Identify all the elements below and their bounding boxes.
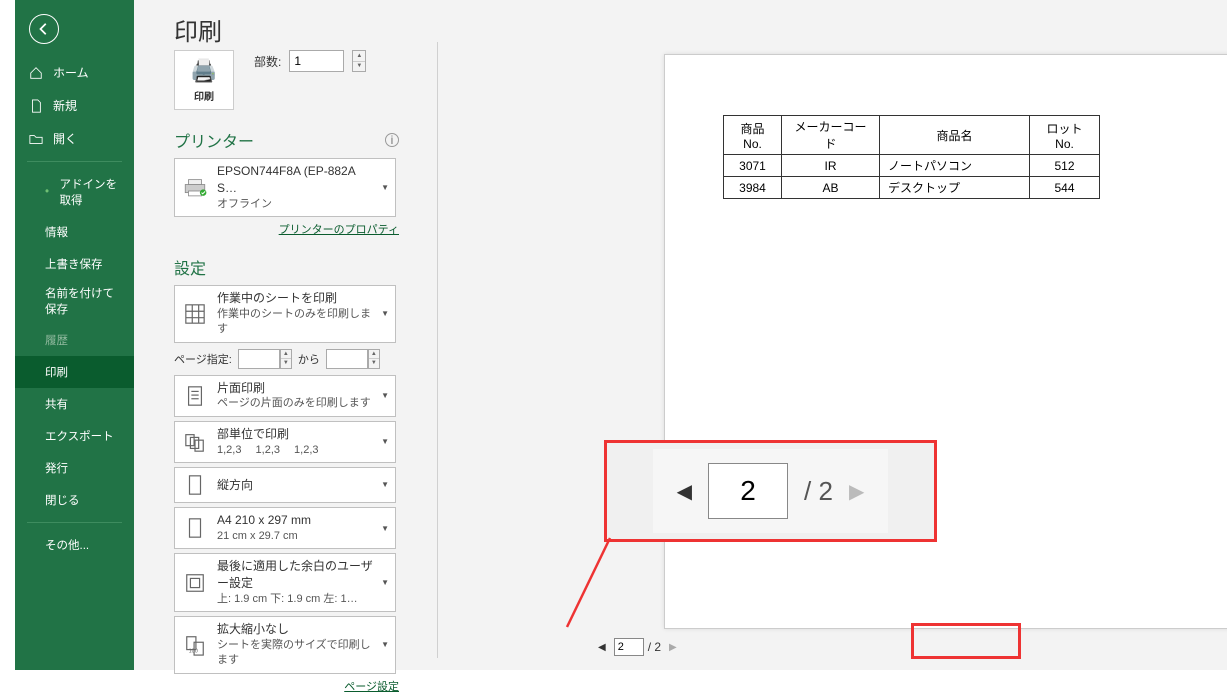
page-range-label: ページ指定: [174,351,232,367]
sheet-icon [181,301,209,327]
nav-print[interactable]: 印刷 [15,356,134,388]
nav-home-label: ホーム [53,64,89,81]
printer-status: オフライン [217,197,373,212]
nav-save-as[interactable]: 名前を付けて保存 [15,280,134,324]
nav-publish[interactable]: 発行 [15,452,134,484]
chevron-down-icon: ▼ [381,480,389,489]
portrait-icon [181,472,209,498]
duplex-selector[interactable]: 片面印刷 ページの片面のみを印刷します ▼ [174,375,396,417]
next-page-icon: ▶ [849,479,864,504]
nav-save[interactable]: 上書き保存 [15,248,134,280]
print-scope-selector[interactable]: 作業中のシートを印刷 作業中のシートのみを印刷します ▼ [174,285,396,343]
prev-page-icon: ◀ [677,479,692,504]
chevron-down-icon: ▼ [381,640,389,649]
paper-icon [181,515,209,541]
nav-home[interactable]: ホーム [15,56,134,89]
margins-selector[interactable]: 最後に適用した余白のユーザー設定 上: 1.9 cm 下: 1.9 cm 左: … [174,553,396,612]
nav-open-label: 開く [53,130,77,147]
callout-page-input: 2 [708,463,788,519]
main-panel: 印刷 🖨️ 印刷 部数: ▲▼ プリンター i EPSON744F8A (EP-… [134,0,1227,670]
orientation-selector[interactable]: 縦方向 ▼ [174,467,396,503]
callout-total-label: / 2 [804,476,833,507]
home-icon [29,66,43,80]
printer-section-title: プリンター [174,128,254,152]
table-row: 3984 AB デスクトップ 544 [724,177,1100,199]
nav-open[interactable]: 開く [15,122,134,155]
nav-other[interactable]: その他... [15,529,134,561]
nav-share[interactable]: 共有 [15,388,134,420]
nav-info[interactable]: 情報 [15,216,134,248]
panel-divider [437,42,438,658]
collate-selector[interactable]: 部単位で印刷 1,2,3 1,2,3 1,2,3 ▼ [174,421,396,463]
print-button[interactable]: 🖨️ 印刷 [174,50,234,110]
copies-input[interactable] [289,50,344,72]
copies-spinner[interactable]: ▲▼ [352,50,366,72]
nav-close[interactable]: 閉じる [15,484,134,516]
page-to-input[interactable] [326,349,368,369]
paper-size-selector[interactable]: A4 210 x 297 mm 21 cm x 29.7 cm ▼ [174,507,396,549]
backstage-sidebar: ホーム 新規 開く アドインを取得 情報 上書き保存 名前を付けて保存 履歴 印… [15,0,134,670]
margins-icon [181,570,209,596]
copies-label: 部数: [254,53,281,70]
svg-text:100: 100 [189,648,198,654]
chevron-down-icon: ▼ [381,391,389,400]
prev-page-button[interactable]: ◀ [594,642,610,653]
scale-icon: 100 [181,632,209,658]
page-from-input[interactable] [238,349,280,369]
chevron-down-icon: ▼ [381,524,389,533]
chevron-down-icon: ▼ [381,309,389,318]
print-settings-panel: 🖨️ 印刷 部数: ▲▼ プリンター i EPSON744F8A (EP-882… [174,50,399,694]
page-range-to-label: から [298,351,320,367]
current-page-input[interactable] [614,638,644,656]
info-icon[interactable]: i [385,133,399,147]
chevron-down-icon: ▼ [381,437,389,446]
folder-open-icon [29,132,43,146]
collate-icon [181,429,209,455]
table-row: 3071 IR ノートパソコン 512 [724,155,1100,177]
printer-selector[interactable]: EPSON744F8A (EP-882A S… オフライン ▼ [174,158,396,217]
printer-icon: 🖨️ [190,58,217,84]
printer-name: EPSON744F8A (EP-882A S… [217,163,373,197]
settings-section-title: 設定 [174,255,399,279]
print-button-label: 印刷 [194,88,214,103]
nav-new[interactable]: 新規 [15,89,134,122]
print-preview-area: 商品No. メーカーコード 商品名 ロットNo. 3071 IR ノートパソコン… [454,42,1212,658]
back-button[interactable] [29,14,59,44]
chevron-down-icon: ▼ [381,578,389,587]
page-single-icon [181,383,209,409]
page-navigator: ◀ / 2 ▶ [594,638,681,656]
file-icon [29,99,43,113]
annotation-callout-large: ◀ 2 / 2 ▶ [604,440,937,542]
preview-table: 商品No. メーカーコード 商品名 ロットNo. 3071 IR ノートパソコン… [723,115,1100,199]
nav-separator [27,161,122,162]
nav-export[interactable]: エクスポート [15,420,134,452]
printer-properties-link[interactable]: プリンターのプロパティ [174,221,399,237]
next-page-button[interactable]: ▶ [665,642,681,653]
nav-separator [27,522,122,523]
preview-page: 商品No. メーカーコード 商品名 ロットNo. 3071 IR ノートパソコン… [664,54,1227,629]
page-setup-link[interactable]: ページ設定 [174,678,399,694]
page-to-spinner[interactable]: ▲▼ [368,349,380,369]
page-from-spinner[interactable]: ▲▼ [280,349,292,369]
scaling-selector[interactable]: 100 拡大縮小なし シートを実際のサイズで印刷します ▼ [174,616,396,674]
chevron-down-icon: ▼ [381,183,389,192]
nav-get-addins[interactable]: アドインを取得 [15,168,134,216]
printer-device-icon [181,174,209,200]
nav-new-label: 新規 [53,97,77,114]
total-pages-label: / 2 [648,640,661,654]
table-header-row: 商品No. メーカーコード 商品名 ロットNo. [724,116,1100,155]
nav-history: 履歴 [15,324,134,356]
